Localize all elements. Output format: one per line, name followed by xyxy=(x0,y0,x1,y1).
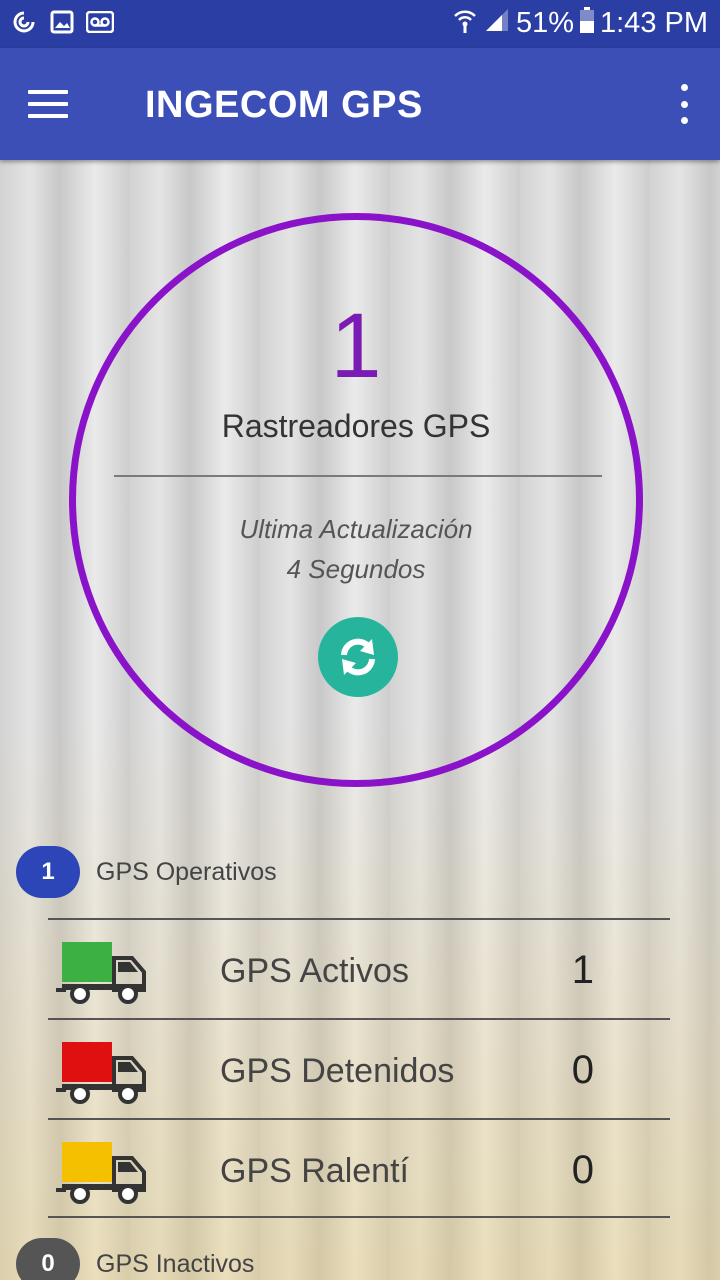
app-title: INGECOM GPS xyxy=(145,84,423,126)
red-truck-icon xyxy=(56,1042,146,1104)
divider xyxy=(114,475,602,477)
row-value: 0 xyxy=(571,1148,594,1192)
overflow-menu-icon[interactable] xyxy=(676,84,692,124)
battery-percentage: 51% xyxy=(515,7,574,39)
main-content: 1 Rastreadores GPS Ultima Actualización … xyxy=(0,160,720,1280)
app-bar: INGECOM GPS xyxy=(0,48,720,160)
operativos-header: 1 GPS Operativos xyxy=(16,846,277,898)
row-label: GPS Ralentí xyxy=(220,1152,409,1190)
inactivos-count-badge: 0 xyxy=(16,1238,80,1280)
inactivos-label: GPS Inactivos xyxy=(96,1249,255,1278)
swirl-notification-icon xyxy=(10,8,38,36)
clock: 1:43 PM xyxy=(600,7,708,39)
operativos-label: GPS Operativos xyxy=(96,857,277,886)
tracker-label: Rastreadores GPS xyxy=(221,408,491,444)
summary-circle: 1 Rastreadores GPS Ultima Actualización … xyxy=(69,213,643,787)
last-update-value: 4 Segundos xyxy=(286,554,426,584)
refresh-icon xyxy=(341,638,375,676)
last-update-label: Ultima Actualización xyxy=(239,514,473,544)
row-label: GPS Activos xyxy=(220,952,409,990)
row-label: GPS Detenidos xyxy=(220,1052,455,1090)
battery-icon xyxy=(580,7,594,40)
yellow-truck-icon xyxy=(56,1142,146,1204)
refresh-button[interactable] xyxy=(318,617,398,697)
status-bar: 51% 1:43 PM xyxy=(0,0,720,48)
signal-icon xyxy=(484,7,510,40)
gps-ralenti-row[interactable]: GPS Ralentí 0 xyxy=(48,1118,670,1218)
inactivos-header: 0 GPS Inactivos xyxy=(16,1238,254,1280)
operativos-count-badge: 1 xyxy=(16,846,80,898)
hamburger-menu-icon[interactable] xyxy=(22,82,74,126)
tracker-count: 1 xyxy=(330,295,382,397)
row-value: 0 xyxy=(571,1048,594,1092)
gps-activos-row[interactable]: GPS Activos 1 xyxy=(48,918,670,1018)
gps-status-list: GPS Activos 1 GPS Detenidos 0 GPS Ralent… xyxy=(48,918,670,1218)
row-value: 1 xyxy=(571,948,594,992)
gps-detenidos-row[interactable]: GPS Detenidos 0 xyxy=(48,1018,670,1118)
wifi-calling-icon xyxy=(452,6,478,41)
voicemail-icon xyxy=(86,8,114,36)
image-notification-icon xyxy=(48,8,76,36)
green-truck-icon xyxy=(56,942,146,1004)
